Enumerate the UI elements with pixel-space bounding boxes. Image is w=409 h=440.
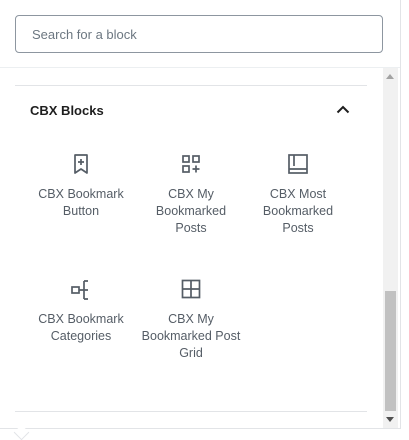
block-label: CBX Bookmark Categories (38, 312, 124, 343)
search-wrapper (15, 15, 383, 53)
scroll-up-arrow-icon[interactable] (386, 74, 394, 79)
block-label: CBX Most Bookmarked Posts (262, 187, 334, 235)
book-icon (288, 154, 308, 174)
block-item-cbx-most-bookmarked-posts[interactable]: CBX Most Bookmarked Posts (246, 134, 350, 246)
panel-toggle-cbx-blocks[interactable]: CBX Blocks (15, 86, 367, 134)
scrollbar-thumb[interactable] (385, 291, 396, 411)
grid-icon (181, 279, 201, 299)
block-list: CBX Blocks CBX Bookmark Button CBX My Bo… (0, 68, 400, 418)
block-search-input[interactable] (15, 15, 383, 53)
chevron-up-icon (336, 105, 350, 114)
blocks-add-icon (182, 155, 200, 173)
block-label: CBX Bookmark Button (38, 187, 124, 218)
block-item-cbx-bookmark-button[interactable]: CBX Bookmark Button (29, 134, 133, 246)
panel-title: CBX Blocks (30, 102, 104, 118)
block-label: CBX My Bookmarked Posts (155, 187, 227, 235)
bookmark-plus-icon (74, 154, 88, 174)
block-item-cbx-my-bookmarked-posts[interactable]: CBX My Bookmarked Posts (139, 134, 243, 246)
block-item-cbx-bookmark-categories[interactable]: CBX Bookmark Categories (29, 259, 133, 371)
block-item-cbx-my-bookmarked-post-grid[interactable]: CBX My Bookmarked Post Grid (139, 259, 243, 371)
hierarchy-icon (71, 280, 88, 300)
scroll-down-arrow-icon[interactable] (386, 417, 394, 422)
block-label: CBX My Bookmarked Post Grid (141, 312, 241, 360)
panel-divider (15, 411, 367, 412)
block-inserter-popover: CBX Blocks CBX Bookmark Button CBX My Bo… (0, 0, 401, 429)
